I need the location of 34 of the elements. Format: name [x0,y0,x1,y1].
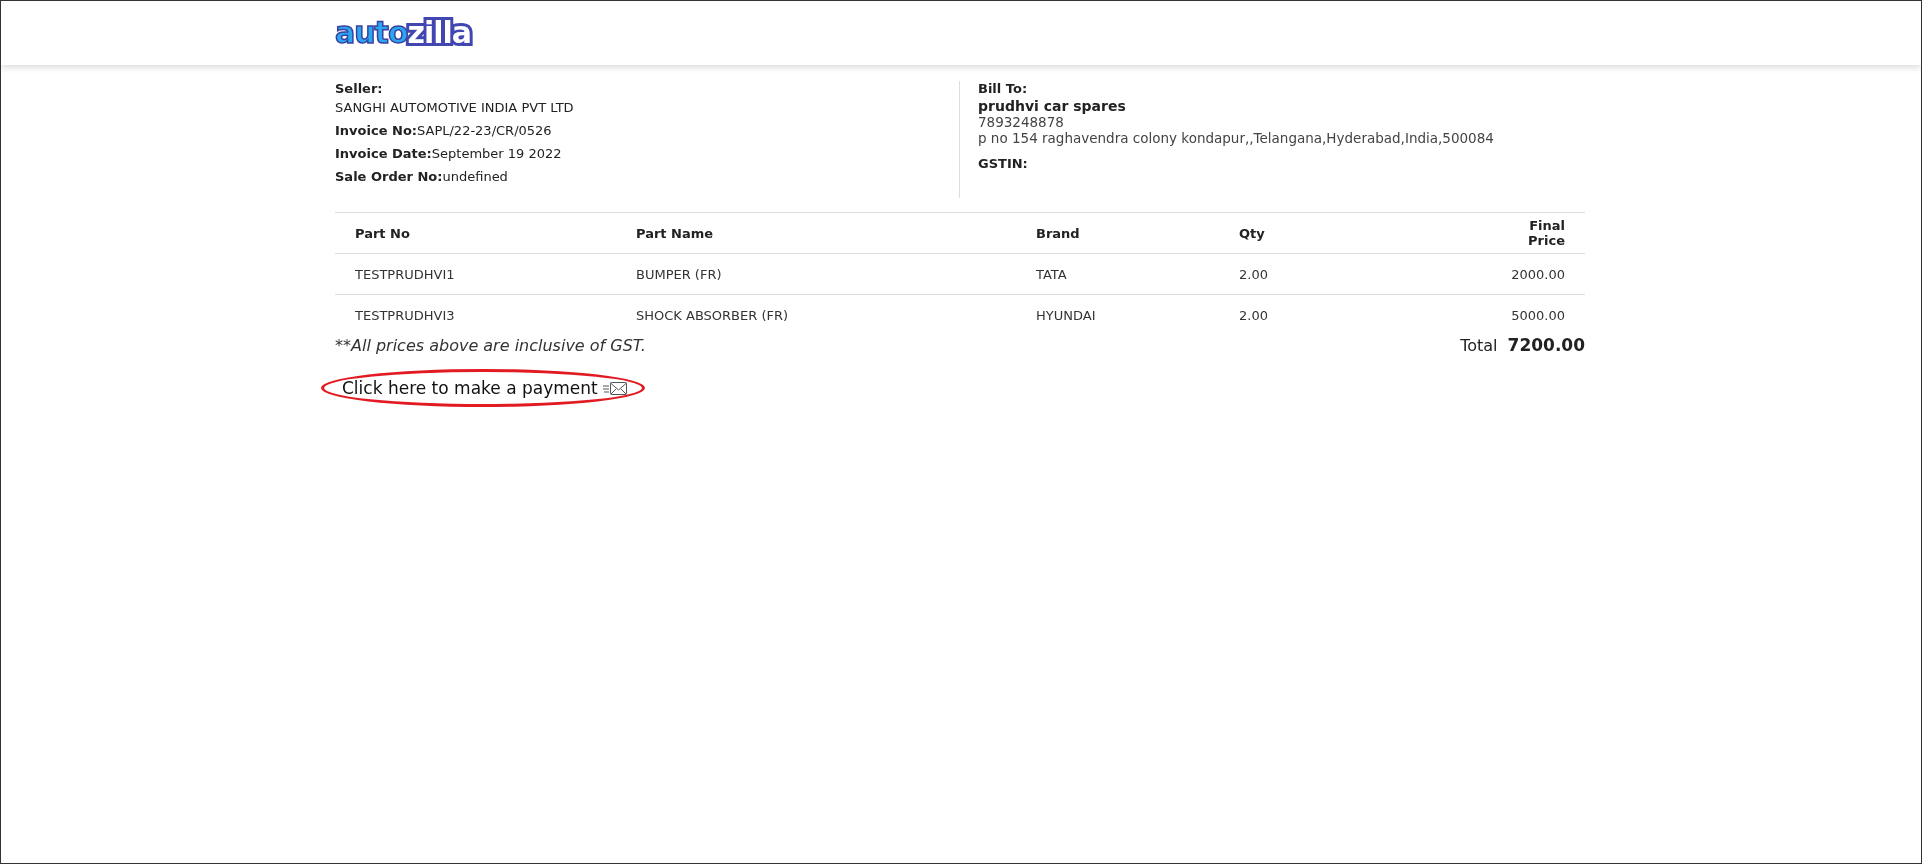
field-label: Invoice Date: [335,146,432,161]
table-cell-text: BUMPER (FR) [635,266,723,282]
gstin-label: GSTIN: [978,156,1029,171]
customer-address: p no 154 raghavendra colony kondapur,,Telangana,Hyderabad,India,500084 [978,130,1494,146]
customer-name: prudhvi car spares [978,98,1127,114]
table-cell-text: 2000.00 [1510,266,1566,282]
field-value: SAPL/22-23/CR/0526 [417,123,552,138]
total-label: Total [1460,336,1498,355]
column-header: Part Name [635,225,715,241]
column-header: Qty [1238,225,1266,241]
envelope-icon [601,380,628,396]
field-value: September 19 2022 [431,146,562,161]
column-header: Final Price [1527,218,1566,248]
seller-name: SANGHI AUTOMOTIVE INDIA PVT LTD [335,100,575,115]
field-label: Invoice No: [335,123,417,138]
bill-to-label: Bill To: [978,81,1029,96]
table-cell-text: 2.00 [1238,266,1269,282]
table-cell-text: TATA [1035,266,1068,282]
table-cell-text: 2.00 [1238,307,1269,323]
customer-phone: 7893248878 [978,114,1065,130]
table-cell-text: HYUNDAI [1035,307,1097,323]
gst-note: **All prices above are inclusive of GST. [335,335,646,355]
field-value: undefined [442,169,508,184]
table-cell-text: TESTPRUDHVI3 [354,307,456,323]
table-cell-text: TESTPRUDHVI1 [354,266,456,282]
column-header: Brand [1035,225,1081,241]
table-cell-text: SHOCK ABSORBER (FR) [635,307,790,323]
autozilla-logo[interactable]: autozilla [335,18,472,48]
field-label: Sale Order No: [335,169,443,184]
payment-link[interactable]: Click here to make a payment [342,378,598,398]
seller-label: Seller: [335,81,384,96]
total-value: 7200.00 [1507,335,1585,355]
table-cell-text: 5000.00 [1510,307,1566,323]
column-header: Part No [354,225,411,241]
